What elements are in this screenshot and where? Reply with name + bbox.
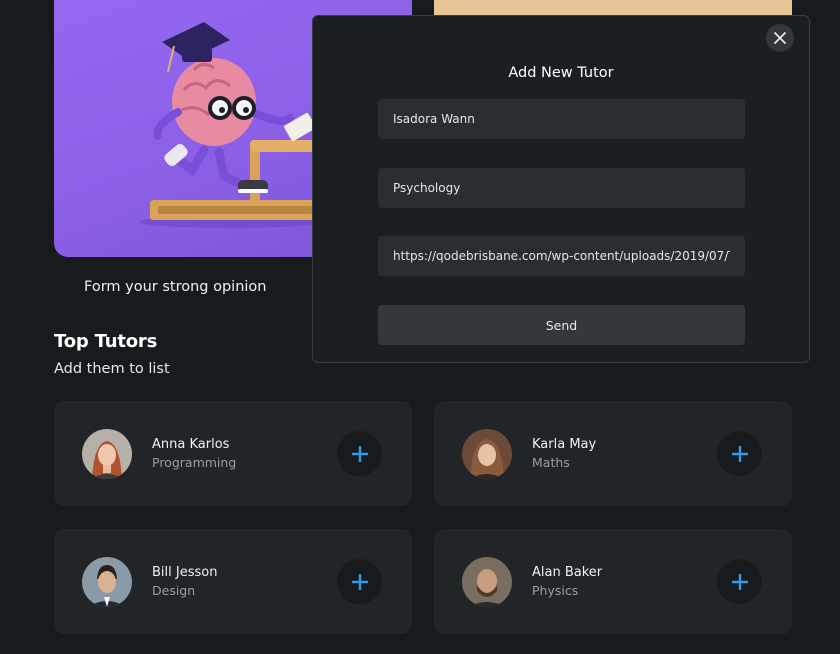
tutor-name: Bill Jesson [152, 565, 218, 580]
tutor-card: Alan Baker Physics [434, 529, 792, 634]
modal-title: Add New Tutor [508, 65, 614, 81]
tutor-name: Anna Karlos [152, 437, 230, 452]
section-subtitle: Add them to list [54, 361, 170, 377]
plus-icon [731, 573, 748, 590]
tutor-subject: Programming [152, 455, 237, 470]
plus-icon [731, 445, 748, 462]
tutor-card: Bill Jesson Design [54, 529, 412, 634]
avatar [462, 557, 512, 607]
tutor-card: Anna Karlos Programming [54, 401, 412, 506]
page: Form your strong opinion Top Tutors Add … [0, 0, 840, 654]
add-tutor-button[interactable] [717, 559, 762, 604]
hero-caption: Form your strong opinion [84, 279, 267, 295]
close-button[interactable] [766, 24, 794, 52]
close-icon [774, 32, 786, 44]
tutor-name-input[interactable] [378, 99, 745, 139]
tutor-card: Karla May Maths [434, 401, 792, 506]
add-tutor-button[interactable] [337, 431, 382, 476]
add-tutor-button[interactable] [337, 559, 382, 604]
tutor-subject: Maths [532, 455, 570, 470]
plus-icon [351, 445, 368, 462]
tutor-name: Karla May [532, 437, 597, 452]
tutor-subject: Design [152, 583, 196, 598]
section-title: Top Tutors [54, 331, 158, 352]
tutor-subject: Physics [532, 583, 579, 598]
send-button[interactable]: Send [378, 305, 745, 345]
avatar [462, 429, 512, 479]
avatar [82, 557, 132, 607]
tutor-image-url-input[interactable] [378, 236, 745, 276]
add-tutor-modal: Add New Tutor Send [312, 15, 810, 363]
tutor-name: Alan Baker [532, 565, 603, 580]
add-tutor-button[interactable] [717, 431, 762, 476]
avatar [82, 429, 132, 479]
plus-icon [351, 573, 368, 590]
tutor-subject-input[interactable] [378, 168, 745, 208]
